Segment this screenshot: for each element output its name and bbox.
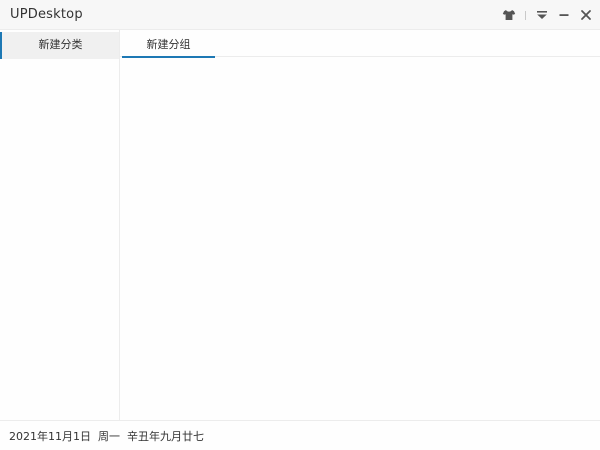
close-icon[interactable] [578,7,594,23]
date-spacer [91,430,98,443]
sidebar-item-label: 新建分类 [38,38,83,51]
title-bar[interactable]: UPDesktop [0,0,600,30]
content-area [120,57,600,420]
status-weekday: 周一 [98,430,120,443]
app-window: UPDesktop 新建分类 新建分组 2021年11月1日 周一 辛丑年九月廿… [0,0,600,450]
weekday-spacer [120,430,127,443]
category-sidebar: 新建分类 [0,30,120,420]
status-date: 2021年11月1日 [9,430,91,443]
status-lunar-date: 辛丑年九月廿七 [127,430,204,443]
tab-label: 新建分组 [146,38,191,51]
minimize-icon[interactable] [556,7,572,23]
controls-divider [525,11,526,20]
status-bar: 2021年11月1日 周一 辛丑年九月廿七 [0,420,600,450]
tshirt-icon[interactable] [501,7,517,23]
dropdown-menu-icon[interactable] [534,7,550,23]
window-title: UPDesktop [10,7,83,22]
tab-new-group[interactable]: 新建分组 [122,30,215,58]
group-tab-bar: 新建分组 [120,30,600,58]
main-content: 新建分组 [120,30,600,420]
sidebar-item-new-category[interactable]: 新建分类 [0,32,119,59]
window-controls [500,0,600,30]
date-display: 2021年11月1日 周一 辛丑年九月廿七 [9,430,204,444]
